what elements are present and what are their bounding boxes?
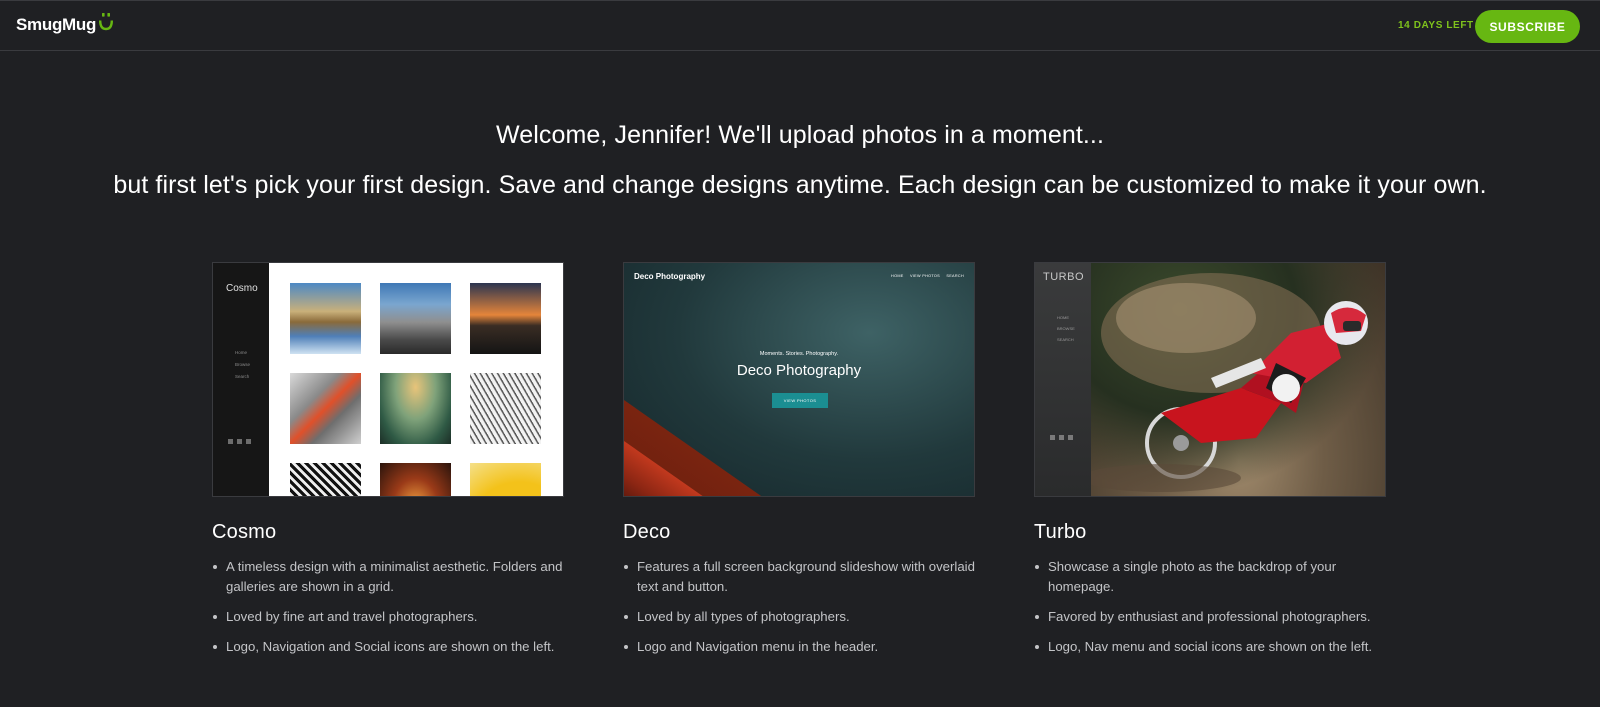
subscribe-button[interactable]: SUBSCRIBE (1475, 10, 1580, 43)
photo-thumbnail (290, 373, 361, 444)
photo-thumbnail (470, 373, 541, 444)
design-preview-deco[interactable]: Deco Photography HOME VIEW PHOTOS SEARCH… (623, 262, 975, 497)
photo-thumbnail (380, 373, 451, 444)
preview-nav-item: VIEW PHOTOS (909, 274, 941, 278)
social-icon (246, 439, 251, 444)
design-preview-turbo[interactable]: TURBO HOME BROWSE SEARCH (1034, 262, 1386, 497)
social-icon (1059, 435, 1064, 440)
design-preview-cosmo[interactable]: Cosmo Home Browse Search (212, 262, 564, 497)
preview-nav-item: Search (235, 374, 250, 379)
photo-thumbnail (470, 463, 541, 496)
preview-nav: HOME BROWSE SEARCH (1057, 312, 1075, 345)
preview-brand: Deco Photography (634, 272, 706, 281)
design-name: Cosmo (212, 521, 277, 543)
preview-nav-item: HOME (891, 274, 904, 278)
feature-item: Logo and Navigation menu in the header. (623, 637, 975, 657)
preview-view-photos-button: VIEW PHOTOS (772, 393, 828, 408)
design-name: Turbo (1034, 521, 1087, 543)
design-card-cosmo[interactable]: Cosmo Home Browse Search Cosmo A timeles… (212, 262, 564, 667)
design-name: Deco (623, 521, 671, 543)
smugmug-logo[interactable]: SmugMug (16, 13, 114, 35)
preview-nav: HOME VIEW PHOTOS SEARCH (886, 274, 964, 278)
smiley-icon (99, 13, 114, 31)
preview-logo: TURBO (1043, 271, 1084, 283)
photo-thumbnail (290, 283, 361, 354)
logo-text: SmugMug (16, 15, 97, 34)
welcome-heading: Welcome, Jennifer! We'll upload photos i… (495, 121, 1105, 149)
feature-item: Loved by all types of photographers. (623, 607, 975, 627)
preview-nav-item: Browse (235, 362, 251, 367)
preview-sidebar: Cosmo Home Browse Search (213, 263, 269, 496)
photo-thumbnail (470, 283, 541, 354)
preview-social-icons (1050, 435, 1073, 440)
photo-thumbnail (380, 283, 451, 354)
top-bar: SmugMug 14 DAYS LEFT SUBSCRIBE (0, 0, 1600, 51)
feature-item: Features a full screen background slides… (623, 557, 975, 597)
preview-nav: Home Browse Search (235, 347, 250, 383)
preview-hero-photo (1091, 263, 1385, 496)
social-icon (1050, 435, 1055, 440)
photo-thumbnail (290, 463, 361, 496)
welcome-subheading: but first let's pick your first design. … (113, 171, 1487, 199)
motocross-rider-image (1091, 273, 1368, 492)
trial-days-left: 14 DAYS LEFT (1398, 20, 1474, 31)
preview-title: Deco Photography (736, 362, 862, 379)
preview-nav-item: BROWSE (1057, 326, 1075, 331)
preview-nav-item: Home (235, 350, 248, 355)
preview-photo-grid (269, 263, 563, 496)
feature-item: Logo, Nav menu and social icons are show… (1034, 637, 1386, 657)
feature-list: A timeless design with a minimalist aest… (212, 557, 564, 657)
preview-logo: Cosmo (226, 283, 258, 294)
preview-nav-item: SEARCH (1057, 337, 1074, 342)
photo-thumbnail (380, 463, 451, 496)
feature-list: Features a full screen background slides… (623, 557, 975, 657)
design-card-deco[interactable]: Deco Photography HOME VIEW PHOTOS SEARCH… (623, 262, 975, 667)
social-icon (1068, 435, 1073, 440)
feature-item: A timeless design with a minimalist aest… (212, 557, 564, 597)
feature-item: Showcase a single photo as the backdrop … (1034, 557, 1386, 597)
feature-item: Loved by fine art and travel photographe… (212, 607, 564, 627)
social-icon (228, 439, 233, 444)
preview-nav-item: HOME (1057, 315, 1069, 320)
preview-social-icons (228, 439, 251, 444)
feature-item: Logo, Navigation and Social icons are sh… (212, 637, 564, 657)
feature-item: Favored by enthusiast and professional p… (1034, 607, 1386, 627)
feature-list: Showcase a single photo as the backdrop … (1034, 557, 1386, 657)
preview-tagline: Moments. Stories. Photography. (759, 351, 839, 357)
preview-nav-item: SEARCH (946, 274, 964, 278)
social-icon (237, 439, 242, 444)
preview-sidebar: TURBO HOME BROWSE SEARCH (1035, 263, 1091, 496)
design-card-turbo[interactable]: TURBO HOME BROWSE SEARCH Turbo Showcase … (1034, 262, 1386, 667)
